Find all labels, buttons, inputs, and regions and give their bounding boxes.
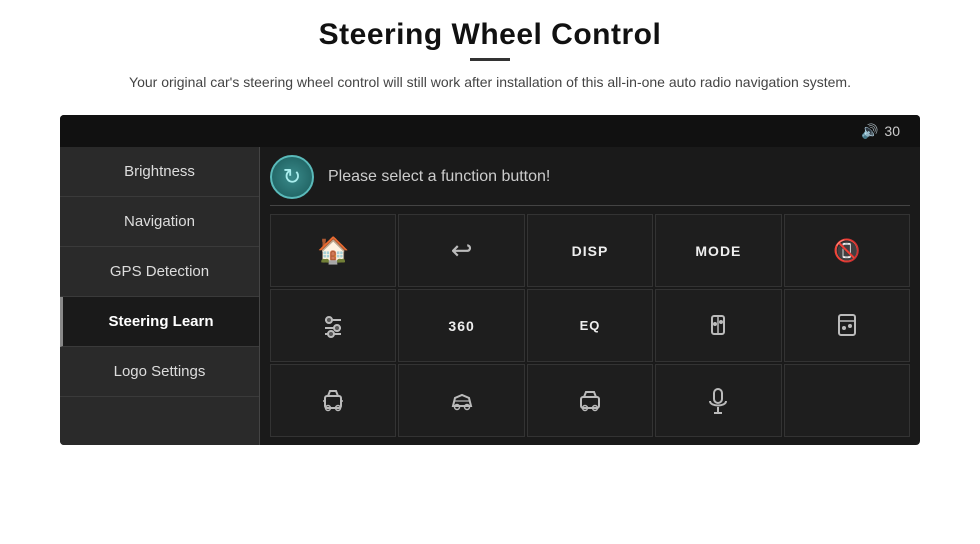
mic-btn[interactable] (655, 364, 781, 437)
sidebar-item-steering-learn[interactable]: Steering Learn (60, 297, 259, 347)
device-header: 🔊 30 (60, 115, 920, 147)
page-subtitle: Your original car's steering wheel contr… (129, 71, 851, 93)
title-divider (470, 58, 510, 61)
volume-value: 30 (884, 123, 900, 139)
function-prompt: Please select a function button! (328, 168, 550, 186)
eq-btn[interactable]: EQ (527, 289, 653, 362)
volume-icon: 🔊 (861, 123, 878, 140)
car-view2-btn[interactable] (398, 364, 524, 437)
mode-btn[interactable]: MODE (655, 214, 781, 287)
sidebar-item-navigation[interactable]: Navigation (60, 197, 259, 247)
back-btn[interactable]: ↩ (398, 214, 524, 287)
sidebar-item-brightness[interactable]: Brightness (60, 147, 259, 197)
disp-btn[interactable]: DISP (527, 214, 653, 287)
page-title: Steering Wheel Control (129, 18, 851, 52)
car-view1-btn[interactable] (270, 364, 396, 437)
device-screen: 🔊 30 BrightnessNavigationGPS DetectionSt… (60, 115, 920, 445)
360-btn[interactable]: 360 (398, 289, 524, 362)
button-grid: 🏠↩DISPMODE📵 360EQ (270, 214, 910, 437)
empty-btn[interactable] (784, 364, 910, 437)
main-content: ↻ Please select a function button! 🏠↩DIS… (260, 147, 920, 445)
sidebar-item-logo-settings[interactable]: Logo Settings (60, 347, 259, 397)
car-view3-btn[interactable] (527, 364, 653, 437)
device-body: BrightnessNavigationGPS DetectionSteerin… (60, 147, 920, 445)
home-btn[interactable]: 🏠 (270, 214, 396, 287)
adjust-btn[interactable] (270, 289, 396, 362)
sidebar-item-gps-detection[interactable]: GPS Detection (60, 247, 259, 297)
sidebar: BrightnessNavigationGPS DetectionSteerin… (60, 147, 260, 445)
refresh-button[interactable]: ↻ (270, 155, 314, 199)
drink2-btn[interactable] (784, 289, 910, 362)
drink1-btn[interactable] (655, 289, 781, 362)
function-header: ↻ Please select a function button! (270, 155, 910, 206)
phone-cancel-btn[interactable]: 📵 (784, 214, 910, 287)
